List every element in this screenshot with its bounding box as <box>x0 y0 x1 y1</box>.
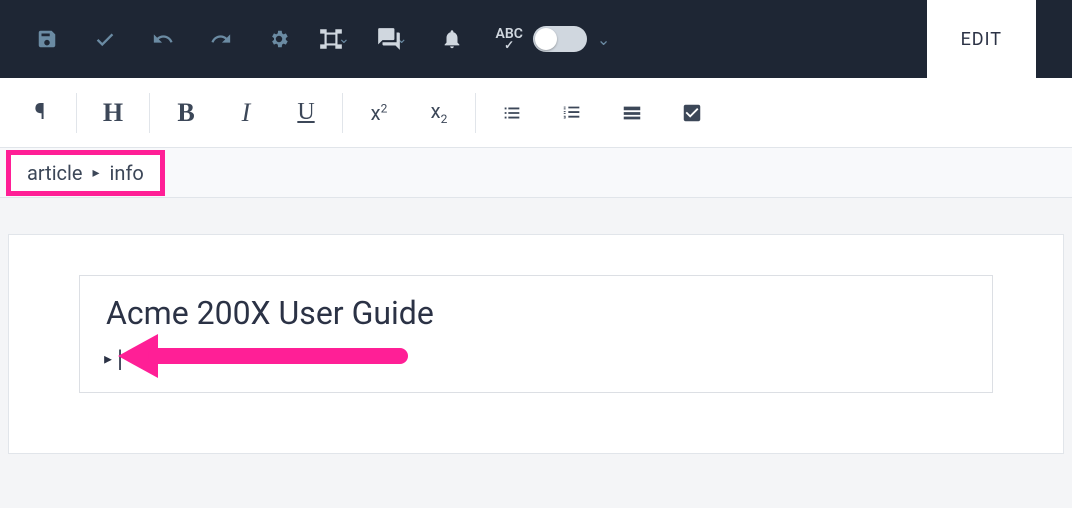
settings-button[interactable] <box>250 0 308 78</box>
breadcrumb-bar: article ▸ info <box>0 148 1072 198</box>
breadcrumb-separator-icon: ▸ <box>93 165 100 181</box>
check-icon <box>94 28 116 50</box>
breadcrumb-item-article[interactable]: article <box>27 161 83 185</box>
layout-block-icon <box>621 102 643 124</box>
checkbox-icon <box>681 102 703 124</box>
subscript-icon: x2 <box>431 99 448 126</box>
document-title[interactable]: Acme 200X User Guide <box>106 294 966 332</box>
notifications-button[interactable] <box>423 0 481 78</box>
bullet-list-button[interactable] <box>482 89 542 137</box>
spellcheck-toggle[interactable] <box>533 26 587 52</box>
superscript-icon: x2 <box>371 101 388 125</box>
arrow-shaft <box>148 348 408 364</box>
layout-icon <box>318 26 344 52</box>
bold-icon: B <box>177 98 194 128</box>
document-page[interactable]: Acme 200X User Guide ▸| <box>8 234 1064 454</box>
layout-dropdown[interactable]: ⌄ <box>308 0 366 78</box>
comments-icon <box>376 26 402 52</box>
separator <box>342 93 343 133</box>
insertion-cursor-icon: ▸| <box>102 346 126 370</box>
paragraph-style-button[interactable]: ¶ <box>10 89 70 137</box>
numbered-list-button[interactable] <box>542 89 602 137</box>
separator <box>149 93 150 133</box>
toolbar-right-edge <box>1036 0 1054 78</box>
undo-button[interactable] <box>134 0 192 78</box>
undo-icon <box>152 28 174 50</box>
checkbox-button[interactable] <box>662 89 722 137</box>
tab-edit-label: EDIT <box>961 29 1002 50</box>
spellcheck-icon: ABC ✓ <box>495 27 522 51</box>
validate-button[interactable] <box>76 0 134 78</box>
redo-icon <box>210 28 232 50</box>
italic-button[interactable]: I <box>216 89 276 137</box>
annotation-arrow <box>118 334 418 374</box>
gear-icon <box>268 28 290 50</box>
superscript-button[interactable]: x2 <box>349 89 409 137</box>
comments-dropdown[interactable]: ⌄ <box>366 0 424 78</box>
separator <box>76 93 77 133</box>
bell-icon <box>441 28 463 50</box>
layout-block-button[interactable] <box>602 89 662 137</box>
heading-icon: H <box>103 98 123 128</box>
italic-icon: I <box>242 98 251 128</box>
heading-button[interactable]: H <box>83 89 143 137</box>
top-toolbar: ⌄ ⌄ ABC ✓ ⌄ EDIT <box>0 0 1072 78</box>
save-icon <box>36 28 58 50</box>
breadcrumb-highlight: article ▸ info <box>6 150 165 196</box>
underline-icon: U <box>297 99 314 126</box>
paragraph-icon: ¶ <box>35 100 46 125</box>
redo-button[interactable] <box>192 0 250 78</box>
content-area: Acme 200X User Guide ▸| <box>0 198 1072 454</box>
bullet-list-icon <box>501 102 523 124</box>
numbered-list-icon <box>561 102 583 124</box>
save-button[interactable] <box>18 0 76 78</box>
spellcheck-group: ABC ✓ ⌄ <box>481 26 624 52</box>
document-inner: Acme 200X User Guide ▸| <box>79 275 993 393</box>
breadcrumb-item-info[interactable]: info <box>110 161 144 185</box>
layout-button[interactable] <box>318 0 344 78</box>
comments-button[interactable] <box>376 0 402 78</box>
subscript-button[interactable]: x2 <box>409 89 469 137</box>
toggle-knob <box>535 28 557 50</box>
format-toolbar: ¶ H B I U x2 x2 <box>0 78 1072 148</box>
chevron-down-icon[interactable]: ⌄ <box>597 30 610 49</box>
tab-edit[interactable]: EDIT <box>927 0 1036 78</box>
underline-button[interactable]: U <box>276 89 336 137</box>
bold-button[interactable]: B <box>156 89 216 137</box>
separator <box>475 93 476 133</box>
spellcheck-check-icon: ✓ <box>504 39 514 51</box>
